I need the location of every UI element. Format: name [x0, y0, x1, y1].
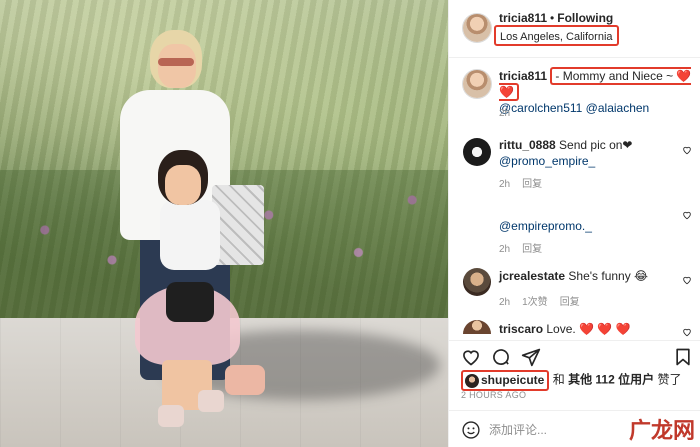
child-shoe-left: [158, 405, 184, 427]
comment-like-heart-icon[interactable]: [682, 210, 692, 220]
comment-time: 2h: [499, 179, 511, 190]
heart-icon[interactable]: [461, 347, 481, 367]
adult-shoe: [225, 365, 265, 395]
sunglasses: [158, 58, 194, 66]
comment-triscaro: triscaro Love. ❤️ ❤️ ❤️: [499, 321, 679, 337]
post-time-ago[interactable]: 2 HOURS AGO: [461, 390, 526, 400]
comment-text: She's funny 😂: [568, 269, 649, 283]
likes-line: shupeicute 和 其他 112 位用户 赞了: [461, 370, 681, 391]
separator-dot: •: [550, 11, 555, 25]
comment-username[interactable]: jcrealestate: [499, 269, 565, 283]
child-face: [165, 165, 201, 205]
child-top: [160, 200, 220, 270]
comment-avatar-rittu[interactable]: [463, 138, 491, 166]
caption-mentions[interactable]: @carolchen511 @alaiachen: [499, 101, 649, 115]
post-sidebar: tricia811 • Following Los Angeles, Califor…: [448, 0, 700, 447]
liker-avatar[interactable]: [465, 373, 479, 388]
author-avatar[interactable]: [463, 14, 491, 42]
comment-username[interactable]: triscaro: [499, 322, 543, 336]
location-highlight: Los Angeles, California: [494, 25, 619, 46]
author-line: tricia811 • Following: [499, 11, 613, 25]
action-bar: [449, 340, 700, 370]
adult-face: [158, 44, 196, 88]
comment-text: Love. ❤️ ❤️ ❤️: [546, 322, 631, 336]
caption: tricia811 - Mommy and Niece ~ ❤️ ❤️ @car…: [499, 67, 695, 116]
reply-button[interactable]: 回复: [560, 297, 580, 308]
reply-button[interactable]: 回复: [522, 244, 542, 255]
caption-avatar[interactable]: [463, 70, 491, 98]
comment-username[interactable]: rittu_0888: [499, 138, 556, 152]
comment-mention[interactable]: @promo_empire_: [499, 154, 595, 168]
comment-rittu: rittu_0888 Send pic on❤ @promo_empire_: [499, 137, 679, 169]
comment-jcrealestate: jcrealestate She's funny 😂: [499, 268, 679, 284]
comment-likes[interactable]: 1次赞: [522, 297, 548, 308]
comment-avatar-jcrealestate[interactable]: [463, 268, 491, 296]
comment-like-heart-icon[interactable]: [682, 327, 692, 337]
post-header: tricia811 • Following Los Angeles, Califor…: [449, 0, 700, 58]
liker-username[interactable]: shupeicute: [481, 373, 544, 387]
caption-username[interactable]: tricia811: [499, 69, 547, 83]
bookmark-icon[interactable]: [673, 347, 693, 367]
add-comment-input[interactable]: [489, 421, 639, 439]
comment-meta: 2h 回复: [499, 240, 554, 255]
child-shoe-right: [198, 390, 224, 412]
comment-meta: 2h 1次赞 回复: [499, 293, 592, 308]
add-comment-bar: 广龙网: [449, 410, 700, 447]
caption-time: 2h: [499, 108, 511, 119]
location-link[interactable]: Los Angeles, California: [500, 31, 613, 43]
comment-meta: 2h 回复: [499, 175, 554, 190]
comment-icon[interactable]: [491, 347, 511, 367]
likes-suffix: 赞了: [657, 372, 682, 387]
post-photo[interactable]: [0, 0, 448, 447]
emoji-icon[interactable]: [461, 420, 481, 440]
liker-highlight: shupeicute: [461, 370, 550, 391]
likes-connector: 和: [552, 372, 565, 387]
comment-text: Send pic on❤: [559, 138, 633, 152]
comment-like-heart-icon[interactable]: [682, 145, 692, 155]
reply-button[interactable]: 回复: [522, 179, 542, 190]
comment-empire: @empirepromo._: [499, 218, 592, 234]
comment-like-heart-icon[interactable]: [682, 275, 692, 285]
watermark: 广龙网: [628, 419, 695, 444]
comment-avatar-triscaro[interactable]: [463, 320, 491, 334]
follow-status[interactable]: Following: [557, 11, 613, 25]
comment-mention[interactable]: @empirepromo._: [499, 219, 592, 233]
likes-others[interactable]: 其他 112 位用户: [568, 373, 654, 387]
author-username[interactable]: tricia811: [499, 11, 547, 25]
comment-time: 2h: [499, 297, 511, 308]
share-icon[interactable]: [521, 347, 541, 367]
child-bag: [166, 282, 214, 322]
comment-time: 2h: [499, 244, 511, 255]
